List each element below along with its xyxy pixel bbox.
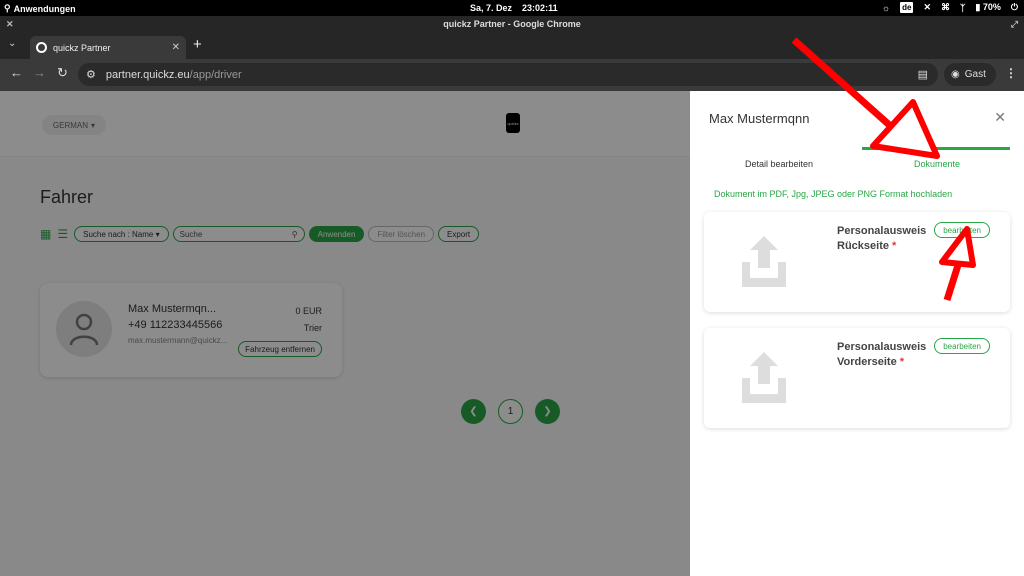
back-arrow-icon[interactable]: ←: [10, 65, 23, 80]
document-name: Personalausweis Rückseite *: [837, 224, 926, 254]
clock[interactable]: Sa, 7. Dez 23:02:11: [470, 3, 558, 13]
forward-arrow-icon[interactable]: →: [33, 65, 46, 80]
profile-label: Gast: [964, 69, 986, 80]
profile-button[interactable]: ◉ Gast: [944, 63, 996, 86]
wifi-icon: ⌘: [940, 2, 950, 12]
search-icon: ⚲: [4, 3, 11, 13]
translate-icon[interactable]: ▤: [918, 68, 928, 81]
tab-search-chevron-icon[interactable]: ⌄: [8, 38, 16, 49]
reload-icon[interactable]: ↻: [57, 65, 68, 81]
time-text: 23:02:11: [522, 3, 558, 13]
close-icon[interactable]: ✕: [994, 109, 1006, 126]
tab-close-icon[interactable]: ✕: [172, 42, 180, 53]
window-title-bar: ✕ quickz Partner - Google Chrome ⤢: [0, 16, 1024, 33]
tab-title: quickz Partner: [53, 42, 111, 53]
drawer-tabs: Detail bearbeiten Dokumente: [690, 147, 1024, 171]
required-mark: *: [892, 240, 897, 252]
keyboard-layout-badge[interactable]: de: [900, 2, 914, 13]
document-name-line2: Vorderseite: [837, 356, 897, 368]
url-host: partner.quickz.eu: [105, 68, 190, 81]
applications-menu[interactable]: ⚲ Anwendungen: [4, 3, 76, 14]
new-tab-plus-icon[interactable]: +: [193, 36, 202, 53]
bluetooth-icon: ᛉ: [959, 2, 966, 13]
power-icon[interactable]: ⏻: [1011, 2, 1018, 13]
window-maximize-icon[interactable]: ⤢: [1011, 16, 1018, 33]
address-bar[interactable]: ⚙ partner.quickz.eu/app/driver ▤: [78, 63, 938, 86]
edit-button[interactable]: bearbeiten: [934, 222, 990, 238]
required-mark: *: [899, 356, 905, 368]
document-name-line1: Personalausweis: [837, 225, 927, 237]
document-name-line2: Rückseite: [837, 240, 889, 252]
tab-strip: ⌄ quickz Partner ✕ +: [0, 33, 1024, 59]
chrome-menu-icon[interactable]: ⋮: [1005, 66, 1017, 80]
notifications-off-icon: ✕: [923, 2, 931, 12]
driver-drawer: Max Mustermqnn ✕ Detail bearbeiten Dokum…: [690, 91, 1024, 576]
document-name: Personalausweis Vorderseite *: [837, 340, 926, 370]
web-page: GERMAN ▾ quickz Fahrer ▦ ☰ Suche nach : …: [0, 91, 1024, 576]
document-name-line1: Personalausweis: [837, 341, 927, 353]
drawer-title: Max Mustermqnn: [709, 111, 810, 126]
os-top-bar: ⚲ Anwendungen Sa, 7. Dez 23:02:11 ☼ de ✕…: [0, 0, 1024, 16]
url-path: /app/driver: [189, 68, 242, 81]
window-close-icon[interactable]: ✕: [6, 16, 14, 33]
edit-button[interactable]: bearbeiten: [934, 338, 990, 354]
tab-detail-edit[interactable]: Detail bearbeiten: [745, 159, 813, 169]
url-text: partner.quickz.eu/app/driver: [106, 69, 242, 81]
upload-icon[interactable]: [740, 350, 788, 405]
battery-percent: 70%: [982, 2, 1001, 12]
navigation-bar: ← → ↻ ⚙ partner.quickz.eu/app/driver ▤ ◉…: [0, 59, 1024, 91]
system-tray[interactable]: ☼ de ✕ ⌘ ᛉ ▮ 70% ⏻: [882, 2, 1018, 13]
battery-icon: ▮: [975, 2, 981, 12]
document-card-id-front: Personalausweis Vorderseite * bearbeiten: [704, 328, 1010, 428]
site-info-icon[interactable]: ⚙: [86, 68, 96, 81]
favicon-icon: [36, 42, 47, 53]
window-title: quickz Partner - Google Chrome: [443, 19, 581, 29]
browser-tab[interactable]: quickz Partner ✕: [30, 36, 186, 59]
brightness-icon: ☼: [881, 2, 891, 13]
active-tab-indicator: [862, 147, 1010, 150]
tab-documents[interactable]: Dokumente: [914, 159, 960, 169]
upload-hint: Dokument im PDF, Jpg, JPEG oder PNG Form…: [714, 189, 953, 199]
upload-icon[interactable]: [740, 234, 788, 289]
date-text: Sa, 7. Dez: [470, 3, 513, 13]
modal-backdrop[interactable]: [0, 91, 690, 576]
document-card-id-back: Personalausweis Rückseite * bearbeiten: [704, 212, 1010, 312]
applications-label: Anwendungen: [13, 3, 76, 14]
account-circle-icon: ◉: [951, 69, 960, 80]
battery-indicator: ▮ 70%: [975, 2, 1000, 13]
